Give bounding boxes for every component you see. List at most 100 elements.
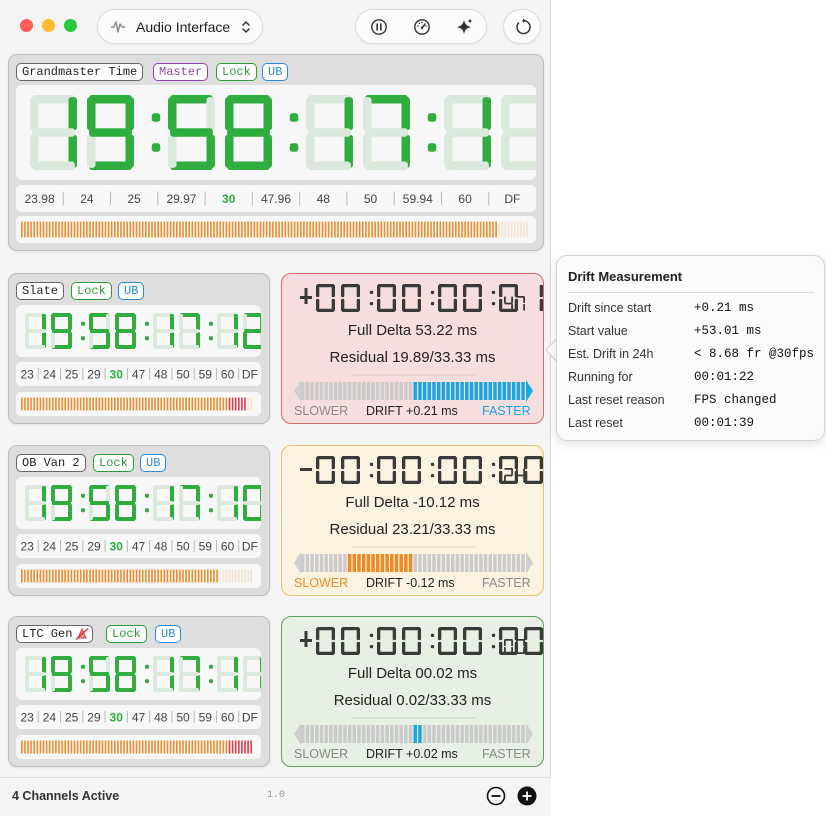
fps-option[interactable]: 30 <box>110 710 124 724</box>
meter-segment <box>163 221 166 238</box>
fps-option[interactable]: 23 <box>20 539 34 553</box>
meter-segment <box>216 569 218 583</box>
meter-segment <box>420 221 423 238</box>
lock-tag[interactable]: Lock <box>216 63 257 81</box>
sparkles-icon[interactable] <box>455 17 475 37</box>
colon-separator <box>145 664 149 684</box>
fps-option[interactable]: 60 <box>221 367 235 381</box>
meter-segment <box>114 397 116 411</box>
meter-segment <box>284 221 287 238</box>
meter-segment <box>197 221 200 238</box>
ub-tag[interactable]: UB <box>118 282 145 300</box>
fps-option[interactable]: 50 <box>176 367 190 381</box>
ub-tag[interactable]: UB <box>155 625 182 643</box>
fps-selector[interactable]: 23 24 25 29 30 47 48 50 59 60 DF <box>16 362 261 386</box>
meter-segment <box>104 569 107 583</box>
fps-option[interactable]: 23.98 <box>25 192 55 206</box>
fps-option[interactable]: 48 <box>154 367 168 381</box>
remove-channel-button[interactable] <box>486 786 506 806</box>
lock-tag[interactable]: Lock <box>106 625 147 643</box>
drift-bar-segment <box>465 554 469 572</box>
meter-segment <box>275 221 277 238</box>
drift-bar-segment <box>408 554 413 572</box>
drift-panel[interactable]: Full Delta 53.22 ms Residual 19.89/33.33… <box>281 273 544 424</box>
fps-option[interactable]: DF <box>504 192 520 206</box>
device-selector[interactable]: Audio Interface <box>97 9 263 44</box>
fps-option[interactable]: 25 <box>128 192 142 206</box>
fps-option[interactable]: 24 <box>43 710 57 724</box>
meter-segment <box>194 569 197 583</box>
fps-option[interactable]: 50 <box>364 192 378 206</box>
meter-segment <box>334 221 336 238</box>
master-timecode-display <box>16 85 536 180</box>
colon-separator <box>81 664 85 684</box>
reset-button[interactable] <box>503 9 541 44</box>
meter-segment <box>67 221 70 238</box>
ub-tag[interactable]: UB <box>140 454 167 472</box>
fps-option[interactable]: 47.96 <box>261 192 291 206</box>
drift-panel[interactable]: Full Delta -10.12 ms Residual 23.21/33.3… <box>281 445 544 596</box>
fps-option[interactable]: 24 <box>80 192 94 206</box>
fps-option[interactable]: DF <box>242 710 258 724</box>
fps-selector[interactable]: 23 24 25 29 30 47 48 50 59 60 DF <box>16 534 261 558</box>
drift-bar-segment <box>465 382 469 400</box>
fps-selector[interactable]: 23 24 25 29 30 47 48 50 59 60 DF <box>16 705 261 729</box>
fps-option[interactable]: 50 <box>176 710 190 724</box>
fps-option[interactable]: 30 <box>222 192 236 206</box>
meter-segment <box>225 397 228 411</box>
fps-option[interactable]: 29 <box>87 710 101 724</box>
fps-option[interactable]: 25 <box>65 367 79 381</box>
fps-option[interactable]: 59 <box>199 539 213 553</box>
fps-option[interactable]: 30 <box>110 539 124 553</box>
fps-option[interactable]: 59 <box>199 367 213 381</box>
fps-option[interactable]: DF <box>242 367 258 381</box>
channel-name-tag: Grandmaster Time <box>16 63 144 81</box>
fps-option[interactable]: DF <box>242 539 258 553</box>
fps-option[interactable]: 29.97 <box>166 192 196 206</box>
fps-option[interactable]: 48 <box>317 192 331 206</box>
meter-segment <box>70 397 73 411</box>
lock-tag[interactable]: Lock <box>93 454 134 472</box>
drift-bar-segment <box>385 382 389 400</box>
fps-option[interactable]: 25 <box>65 710 79 724</box>
meter-segment <box>368 221 370 238</box>
fps-option[interactable]: 60 <box>221 539 235 553</box>
row-value: +53.01 ms <box>694 324 762 338</box>
fps-option[interactable]: 47 <box>132 367 146 381</box>
zoom-window-button[interactable] <box>64 19 77 32</box>
drift-panel[interactable]: Full Delta 00.02 ms Residual 0.02/33.33 … <box>281 616 544 767</box>
fps-option[interactable]: 48 <box>154 710 168 724</box>
fps-option[interactable]: 60 <box>221 710 235 724</box>
fps-option[interactable]: 29 <box>87 367 101 381</box>
meter-segment <box>36 221 39 238</box>
add-channel-button[interactable] <box>517 786 537 806</box>
timecode-digit <box>153 485 174 521</box>
lock-tag[interactable]: Lock <box>71 282 112 300</box>
minimize-window-button[interactable] <box>42 19 55 32</box>
ub-tag[interactable]: UB <box>262 63 289 81</box>
fps-option[interactable]: 59 <box>199 710 213 724</box>
fps-option[interactable]: 59.94 <box>403 192 433 206</box>
fps-option[interactable]: 47 <box>132 710 146 724</box>
fps-option[interactable]: 25 <box>65 539 79 553</box>
colon-separator <box>209 321 213 341</box>
fps-option[interactable]: 60 <box>458 192 472 206</box>
fps-option[interactable]: 48 <box>154 539 168 553</box>
meter-segment <box>157 397 159 411</box>
pause-icon[interactable] <box>370 18 388 36</box>
fps-option[interactable]: 30 <box>110 367 124 381</box>
meter-segment <box>300 221 302 238</box>
meter-segment <box>507 221 510 238</box>
fps-option[interactable]: 24 <box>43 367 57 381</box>
fps-selector[interactable]: 23.98 24 25 29.97 30 47.96 48 50 59.94 60 DF <box>16 185 536 212</box>
meter-segment <box>27 221 29 238</box>
fps-option[interactable]: 29 <box>87 539 101 553</box>
fps-option[interactable]: 24 <box>43 539 57 553</box>
fps-option[interactable]: 23 <box>20 710 34 724</box>
close-window-button[interactable] <box>20 19 33 32</box>
speedometer-icon[interactable] <box>413 18 431 36</box>
fps-option[interactable]: 47 <box>132 539 146 553</box>
fps-option[interactable]: 50 <box>176 539 190 553</box>
master-tag[interactable]: Master <box>153 63 209 81</box>
fps-option[interactable]: 23 <box>20 367 34 381</box>
